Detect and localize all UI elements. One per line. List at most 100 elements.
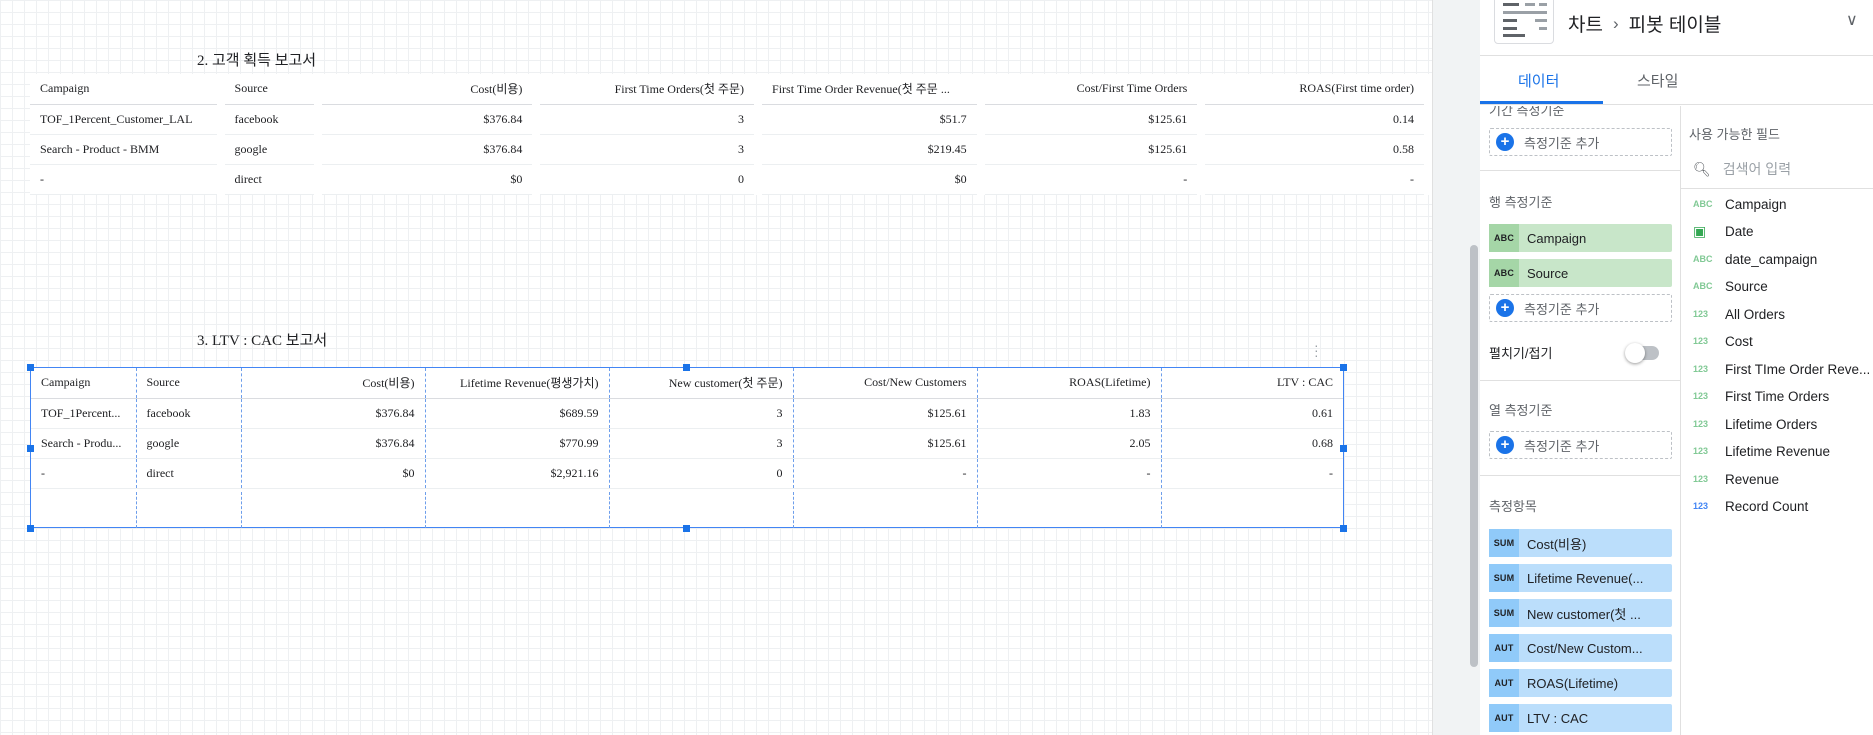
field-lifetime-orders[interactable]: 123 Lifetime Orders bbox=[1693, 411, 1817, 437]
column-header[interactable]: First Time Orders(첫 주문) bbox=[536, 74, 763, 105]
table-cell: facebook bbox=[220, 104, 322, 135]
field-name: Campaign bbox=[1725, 196, 1787, 212]
number-type-icon: 123 bbox=[1693, 364, 1709, 374]
field-search[interactable]: 🔍︎ bbox=[1693, 154, 1869, 184]
chart-type-breadcrumb[interactable]: 차트 › 피봇 테이블 bbox=[1568, 10, 1721, 37]
field-cost[interactable]: 123 Cost bbox=[1693, 328, 1753, 354]
column-header[interactable]: ROAS(First time order) bbox=[1201, 74, 1432, 105]
add-date-dimension-button[interactable]: + 측정기준 추가 bbox=[1489, 128, 1672, 156]
dimension-type-badge: ABC bbox=[1489, 259, 1519, 287]
pivot-table-chart-icon[interactable] bbox=[1494, 0, 1554, 44]
column-header[interactable]: Campaign bbox=[30, 74, 225, 105]
table-cell: - bbox=[30, 164, 225, 195]
scrollbar-thumb[interactable] bbox=[1470, 245, 1478, 667]
column-header[interactable]: Source bbox=[220, 74, 322, 105]
field-name: First Time Orders bbox=[1725, 388, 1830, 404]
aggregation-badge: SUM bbox=[1489, 564, 1519, 592]
table-cell: direct bbox=[220, 164, 322, 195]
metric-new-customer[interactable]: SUM New customer(첫 ... bbox=[1489, 599, 1672, 627]
resize-handle[interactable] bbox=[27, 445, 34, 452]
field-date-campaign[interactable]: ABC date_campaign bbox=[1693, 246, 1817, 272]
number-type-icon: 123 bbox=[1693, 419, 1709, 429]
report-canvas[interactable]: 2. 고객 획득 보고서 Campaign Source Cost(비용) Fi… bbox=[0, 0, 1432, 735]
number-type-icon: 123 bbox=[1693, 474, 1709, 484]
field-source[interactable]: ABC Source bbox=[1693, 273, 1768, 299]
table-cell: $125.61 bbox=[793, 428, 978, 459]
dimension-type-badge: ABC bbox=[1489, 224, 1519, 252]
resize-handle[interactable] bbox=[1340, 525, 1347, 532]
resize-handle[interactable] bbox=[1340, 364, 1347, 371]
table-cell: $376.84 bbox=[241, 428, 426, 459]
field-revenue[interactable]: 123 Revenue bbox=[1693, 466, 1779, 492]
column-divider bbox=[1161, 492, 1162, 528]
ltv-cac-table-selected[interactable]: Campaign Source Cost(비용) Lifetime Revenu… bbox=[30, 367, 1344, 528]
chevron-down-icon[interactable]: ∨ bbox=[1846, 10, 1858, 30]
column-header[interactable]: LTV : CAC bbox=[1161, 368, 1343, 399]
column-header[interactable]: Cost/New Customers bbox=[793, 368, 978, 399]
dimension-name: Source bbox=[1527, 265, 1569, 281]
canvas-scrollbar[interactable] bbox=[1432, 0, 1480, 735]
resize-handle[interactable] bbox=[683, 525, 690, 532]
metric-lifetime-revenue[interactable]: SUM Lifetime Revenue(... bbox=[1489, 564, 1672, 592]
table-row: Search - Produ... google $376.84 $770.99… bbox=[31, 428, 1343, 459]
column-header[interactable]: Source bbox=[136, 368, 242, 399]
metric-cost-new-customers[interactable]: AUT Cost/New Custom... bbox=[1489, 634, 1672, 662]
data-setup-column[interactable]: 기간 측정기준 + 측정기준 추가 행 측정기준 ABC Campaign AB… bbox=[1480, 106, 1681, 735]
add-column-dimension-button[interactable]: + 측정기준 추가 bbox=[1489, 431, 1672, 459]
field-all-orders[interactable]: 123 All Orders bbox=[1693, 301, 1785, 327]
metric-cost[interactable]: SUM Cost(비용) bbox=[1489, 529, 1672, 557]
field-date[interactable]: ▣ Date bbox=[1693, 218, 1754, 244]
table-cell: 0 bbox=[536, 164, 763, 195]
field-first-time-order-revenue[interactable]: 123 First TIme Order Reve... bbox=[1693, 356, 1870, 382]
table-cell: direct bbox=[136, 458, 242, 489]
table-row: - direct $0 0 $0 - - bbox=[30, 164, 1432, 195]
column-header[interactable]: ROAS(Lifetime) bbox=[977, 368, 1162, 399]
field-name: Date bbox=[1725, 223, 1754, 239]
field-name: date_campaign bbox=[1725, 251, 1818, 267]
row-dimension-source[interactable]: ABC Source bbox=[1489, 259, 1672, 287]
ltv-cac-table[interactable]: Campaign Source Cost(비용) Lifetime Revenu… bbox=[31, 368, 1343, 489]
resize-handle[interactable] bbox=[27, 525, 34, 532]
field-name: Source bbox=[1725, 278, 1768, 294]
column-header[interactable]: Cost(비용) bbox=[317, 74, 541, 105]
aggregation-badge: SUM bbox=[1489, 529, 1519, 557]
column-header[interactable]: Campaign bbox=[31, 368, 137, 399]
metric-name: ROAS(Lifetime) bbox=[1527, 675, 1619, 691]
table-cell: $376.84 bbox=[241, 398, 426, 429]
metric-ltv-cac[interactable]: AUT LTV : CAC bbox=[1489, 704, 1672, 732]
resize-handle[interactable] bbox=[1340, 445, 1347, 452]
metric-roas-lifetime[interactable]: AUT ROAS(Lifetime) bbox=[1489, 669, 1672, 697]
date-dimension-label: 기간 측정기준 bbox=[1489, 106, 1565, 118]
column-header[interactable]: Cost(비용) bbox=[241, 368, 426, 399]
resize-handle[interactable] bbox=[27, 364, 34, 371]
field-first-time-orders[interactable]: 123 First Time Orders bbox=[1693, 383, 1829, 409]
row-dimension-campaign[interactable]: ABC Campaign bbox=[1489, 224, 1672, 252]
add-row-dimension-button[interactable]: + 측정기준 추가 bbox=[1489, 294, 1672, 322]
metric-name: Cost(비용) bbox=[1527, 536, 1587, 552]
resize-handle[interactable] bbox=[683, 364, 690, 371]
aggregation-badge: AUT bbox=[1489, 634, 1519, 662]
column-header[interactable]: Lifetime Revenue(평생가치) bbox=[425, 368, 610, 399]
tab-style[interactable]: 스타일 bbox=[1637, 70, 1678, 91]
add-dimension-label: 측정기준 추가 bbox=[1524, 438, 1600, 454]
table-cell: 0.61 bbox=[1161, 398, 1343, 429]
text-type-icon: ABC bbox=[1693, 254, 1713, 264]
field-campaign[interactable]: ABC Campaign bbox=[1693, 191, 1787, 217]
column-header[interactable]: First Time Order Revenue(첫 주문 ... bbox=[758, 74, 985, 105]
more-options-icon[interactable]: · · · bbox=[1314, 338, 1319, 362]
table-cell: google bbox=[136, 428, 242, 459]
expand-collapse-toggle[interactable] bbox=[1625, 343, 1659, 363]
calendar-icon: ▣ bbox=[1693, 222, 1707, 239]
field-lifetime-revenue[interactable]: 123 Lifetime Revenue bbox=[1693, 438, 1830, 464]
search-input[interactable] bbox=[1722, 161, 1863, 177]
table-cell: $689.59 bbox=[425, 398, 610, 429]
table-cell: $0 bbox=[241, 458, 426, 489]
field-record-count[interactable]: 123 Record Count bbox=[1693, 493, 1808, 519]
customer-acquisition-table[interactable]: Campaign Source Cost(비용) First Time Orde… bbox=[30, 74, 1432, 195]
column-header[interactable]: New customer(첫 주문) bbox=[609, 368, 794, 399]
table-row: TOF_1Percent... facebook $376.84 $689.59… bbox=[31, 398, 1343, 429]
column-divider bbox=[136, 492, 137, 528]
field-name: Lifetime Revenue bbox=[1725, 443, 1831, 459]
column-header[interactable]: Cost/First Time Orders bbox=[980, 74, 1206, 105]
tab-data[interactable]: 데이터 bbox=[1518, 70, 1559, 91]
